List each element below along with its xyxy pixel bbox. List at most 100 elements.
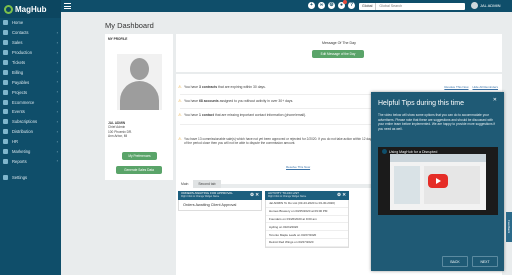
marketing-icon xyxy=(3,149,8,155)
generate-sales-data-button[interactable]: Generate Sales Data xyxy=(116,166,162,174)
settings-icon[interactable]: ⚙ xyxy=(328,2,335,9)
resolve-now-link[interactable]: Resolve This Now xyxy=(444,85,468,89)
sidebar-item-projects[interactable]: Projects › xyxy=(0,87,61,97)
list-item[interactable]: Jal ADMIN To Do List (03-23-2020 to 03-3… xyxy=(266,200,348,208)
chevron-right-icon: › xyxy=(56,128,58,134)
add-icon[interactable]: + xyxy=(308,2,315,9)
sidebar-item-distribution[interactable]: Distribution › xyxy=(0,127,61,137)
reminder-links: Resolve This Now Hide All Reminders xyxy=(444,85,498,89)
sidebar-item-label: Ecommerce xyxy=(12,99,35,105)
tab-second[interactable]: Second tab xyxy=(193,180,221,188)
play-icon[interactable] xyxy=(428,174,448,188)
widget-controls-icon[interactable]: ⚙ ✕ xyxy=(250,192,259,197)
home-icon xyxy=(3,20,8,26)
help-icon[interactable]: ? xyxy=(348,2,355,9)
page-title: My Dashboard xyxy=(105,21,154,30)
commission-resolve-link[interactable]: Resolve This Now xyxy=(286,165,310,169)
list-item[interactable]: Founders on 03/26/2020 at 9:00 am xyxy=(266,216,348,224)
chevron-right-icon: › xyxy=(56,79,58,85)
list-item[interactable]: Toronto Maple Leafs on 03/27/2020 xyxy=(266,231,348,239)
sidebar-item-label: Settings xyxy=(12,174,28,180)
sidebar-item-settings[interactable]: Settings xyxy=(0,172,61,182)
sidebar-item-label: Billing xyxy=(12,69,24,75)
dashboard-tabs: Main Second tab xyxy=(176,180,221,188)
sales-icon xyxy=(3,40,8,46)
global-search: Global xyxy=(359,2,465,10)
maghub-logo-icon xyxy=(4,4,13,14)
chevron-right-icon: › xyxy=(56,109,58,115)
warning-icon: ⚠ xyxy=(178,98,182,103)
message-of-the-day: Message Of The Day Edit Message of the D… xyxy=(176,34,502,72)
edit-motd-button[interactable]: Edit Message of the Day xyxy=(312,50,364,58)
user-name: JAL ADMIN xyxy=(480,3,501,8)
commission-reminder: ⚠ You have 13 commissionable sale(s) whi… xyxy=(176,137,374,146)
search-scope-select[interactable]: Global xyxy=(359,2,377,10)
contacts-icon xyxy=(3,30,8,36)
search-input[interactable] xyxy=(376,4,437,8)
close-icon[interactable]: ✕ xyxy=(493,97,497,103)
sidebar-item-sales[interactable]: Sales › xyxy=(0,38,61,48)
tips-video[interactable]: Using MagHub for a Disrupted xyxy=(378,147,498,215)
sidebar-item-marketing[interactable]: Marketing › xyxy=(0,147,61,157)
sidebar-item-contacts[interactable]: Contacts › xyxy=(0,28,61,38)
my-preferences-button[interactable]: My Preferences xyxy=(122,152,157,160)
logo-text: MagHub xyxy=(15,4,47,14)
commission-text: You have 13 commissionable sale(s) which… xyxy=(184,137,374,146)
sidebar-item-label: Projects xyxy=(12,89,28,95)
chevron-right-icon: › xyxy=(56,148,58,154)
sidebar-item-label: Payables xyxy=(12,79,30,85)
tab-main[interactable]: Main xyxy=(176,180,194,188)
sidebar-item-home[interactable]: Home xyxy=(0,18,61,28)
sidebar-item-label: Marketing xyxy=(12,149,31,155)
sidebar-item-hr[interactable]: HR › xyxy=(0,137,61,147)
sidebar-item-label: Events xyxy=(12,109,25,115)
orders-widget-title: Orders Awaiting Client Approval xyxy=(183,203,237,207)
chevron-right-icon: › xyxy=(56,49,58,55)
sidebar-item-label: Distribution xyxy=(12,129,33,135)
chevron-right-icon: › xyxy=(56,118,58,124)
settings-icon xyxy=(3,174,8,180)
top-icons: + ∞ ⚙ ● ? xyxy=(308,0,355,9)
next-button[interactable]: NEXT xyxy=(472,256,498,267)
reminder-link[interactable]: 68 accounts xyxy=(199,99,219,103)
todo-widget-header: ACTIVITY TO-DO LIST Right Click to Chang… xyxy=(265,191,349,200)
chevron-right-icon: › xyxy=(56,138,58,144)
sidebar-item-ecommerce[interactable]: Ecommerce › xyxy=(0,97,61,107)
back-button[interactable]: BACK xyxy=(442,256,468,267)
sidebar-item-tickets[interactable]: Tickets › xyxy=(0,58,61,68)
feedback-tab[interactable]: Feedback xyxy=(506,212,512,242)
user-menu[interactable]: JAL ADMIN xyxy=(471,2,501,9)
sidebar-item-subscriptions[interactable]: Subscriptions › xyxy=(0,117,61,127)
projects-icon xyxy=(3,89,8,95)
sidebar-item-production[interactable]: Production › xyxy=(0,48,61,58)
list-item[interactable]: Detroit Red Wings on 03/27/2020 xyxy=(266,239,348,247)
reminder-row: ⚠ You have 3 contracts that are expiring… xyxy=(178,84,266,90)
chevron-right-icon: › xyxy=(56,69,58,75)
list-item[interactable]: Homes Brewery on 03/25/2020 at 09:00 PM xyxy=(266,208,348,216)
sidebar-item-label: HR xyxy=(12,139,19,145)
profile-address2: Ann Arbor, MI xyxy=(108,134,128,139)
production-icon xyxy=(3,50,8,56)
distribution-icon xyxy=(3,129,8,135)
menu-toggle-icon[interactable] xyxy=(64,3,71,9)
chevron-right-icon: › xyxy=(56,158,58,164)
profile-card: MY PROFILE JAL ADMIN Chief Admin 100 Pho… xyxy=(105,34,173,180)
sidebar-nav: Home Contacts › Sales › Production › Tickets › Bi… xyxy=(0,18,61,182)
list-item[interactable]: Ayding on 03/24/2020 xyxy=(266,223,348,232)
sidebar-item-billing[interactable]: Billing › xyxy=(0,67,61,77)
reminder-link[interactable]: 1 contact xyxy=(199,113,214,117)
sidebar-item-payables[interactable]: Payables › xyxy=(0,77,61,87)
sidebar-item-reports[interactable]: Reports › xyxy=(0,156,61,166)
reminder-link[interactable]: 3 contracts xyxy=(199,85,217,89)
reminder-row: ⚠ You have 1 contact that are missing im… xyxy=(178,112,307,118)
orders-widget-header: ORDERS AWAITING FOR APPROVAL Right Click… xyxy=(178,191,262,200)
sidebar: MagHub Home Contacts › Sales › Production › Tic… xyxy=(0,0,61,275)
todo-list: Jal ADMIN To Do List (03-23-2020 to 03-3… xyxy=(265,200,349,248)
link-icon[interactable]: ∞ xyxy=(318,2,325,9)
avatar xyxy=(471,2,478,9)
logo[interactable]: MagHub xyxy=(0,0,61,18)
widget-controls-icon[interactable]: ⚙ ✕ xyxy=(337,192,346,197)
hide-reminders-link[interactable]: Hide All Reminders xyxy=(472,85,498,89)
notifications-icon[interactable]: ● xyxy=(338,0,347,9)
sidebar-item-events[interactable]: Events › xyxy=(0,107,61,117)
